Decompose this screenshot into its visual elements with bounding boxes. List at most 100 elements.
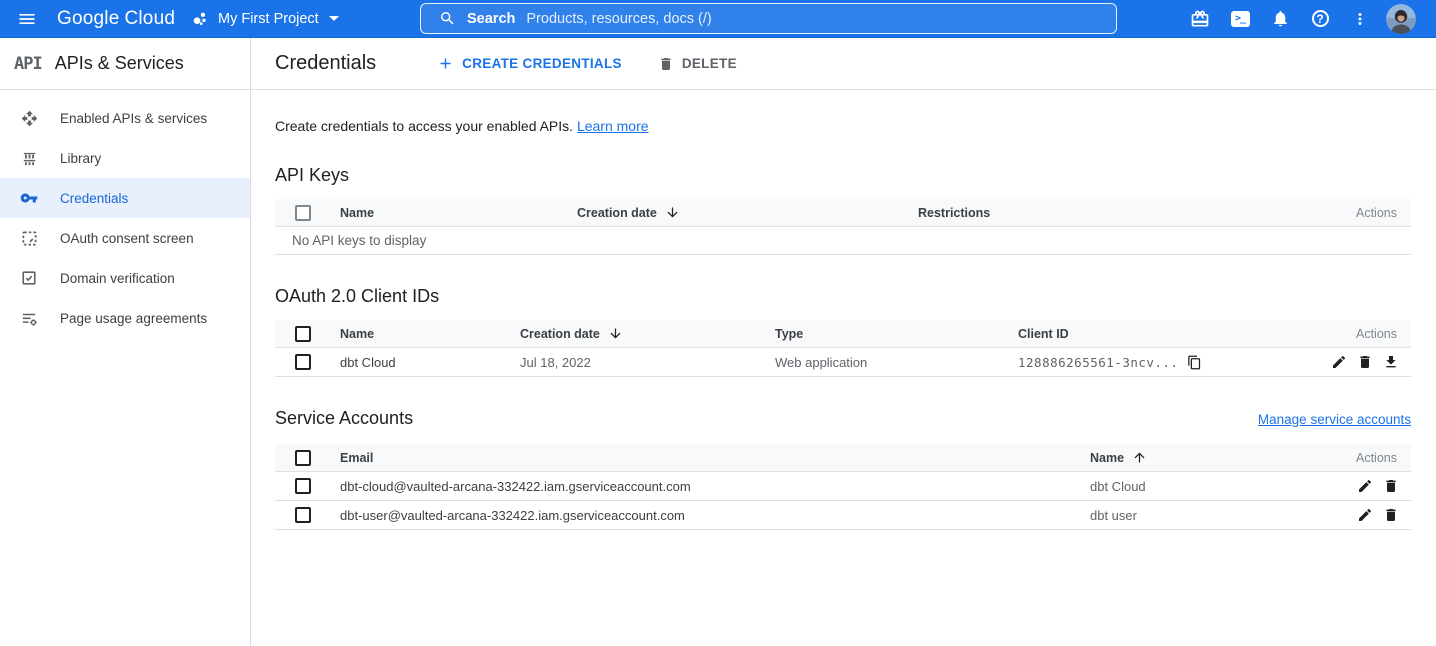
logo-google-text: Google bbox=[57, 8, 119, 30]
search-input[interactable]: Search Products, resources, docs (/) bbox=[420, 3, 1117, 34]
search-placeholder: Products, resources, docs (/) bbox=[526, 11, 711, 27]
row-actions bbox=[1321, 478, 1411, 494]
top-bar: Google Cloud My First Project Search Pro… bbox=[0, 0, 1436, 38]
select-all-checkbox[interactable] bbox=[295, 326, 311, 342]
row-checkbox[interactable] bbox=[295, 507, 311, 523]
select-all-checkbox[interactable] bbox=[295, 205, 311, 221]
column-header-client-id[interactable]: Client ID bbox=[1018, 327, 1321, 341]
service-account-email: dbt-user@vaulted-arcana-332422.iam.gserv… bbox=[340, 508, 1090, 523]
main-panel: Credentials CREATE CREDENTIALS DELETE Cr… bbox=[251, 38, 1436, 646]
sidebar-title: APIs & Services bbox=[55, 53, 184, 74]
topbar-actions: >_ ? bbox=[1186, 0, 1416, 37]
project-name: My First Project bbox=[218, 11, 319, 27]
sidebar-item-enabled-apis[interactable]: Enabled APIs & services bbox=[0, 98, 250, 138]
gift-icon[interactable] bbox=[1186, 5, 1214, 33]
row-actions bbox=[1321, 507, 1411, 523]
trash-icon bbox=[658, 56, 674, 72]
api-keys-table: Name Creation date Restrictions Actions … bbox=[275, 199, 1411, 255]
select-all-checkbox[interactable] bbox=[295, 450, 311, 466]
edit-icon[interactable] bbox=[1331, 354, 1347, 370]
column-header-creation-date[interactable]: Creation date bbox=[577, 205, 918, 220]
sort-asc-icon bbox=[1132, 450, 1147, 465]
table-row: dbt-cloud@vaulted-arcana-332422.iam.gser… bbox=[275, 472, 1411, 501]
sidebar-item-label: Domain verification bbox=[60, 271, 175, 286]
edit-icon[interactable] bbox=[1357, 478, 1373, 494]
delete-icon[interactable] bbox=[1383, 478, 1399, 494]
delete-button[interactable]: DELETE bbox=[658, 56, 737, 72]
download-icon[interactable] bbox=[1383, 354, 1399, 370]
service-account-email: dbt-cloud@vaulted-arcana-332422.iam.gser… bbox=[340, 479, 1090, 494]
oauth-client-type: Web application bbox=[775, 355, 1018, 370]
sidebar-nav: Enabled APIs & services Library Credenti… bbox=[0, 90, 250, 338]
column-header-name[interactable]: Name bbox=[1090, 450, 1321, 465]
oauth-clients-heading: OAuth 2.0 Client IDs bbox=[275, 286, 1411, 307]
chevron-down-icon bbox=[329, 16, 339, 21]
service-accounts-heading: Service Accounts bbox=[275, 408, 413, 429]
sidebar-item-credentials[interactable]: Credentials bbox=[0, 178, 250, 218]
plus-icon bbox=[437, 55, 454, 72]
column-header-restrictions[interactable]: Restrictions bbox=[918, 206, 1321, 220]
avatar[interactable] bbox=[1386, 4, 1416, 34]
sidebar-item-library[interactable]: Library bbox=[0, 138, 250, 178]
list-gear-icon bbox=[20, 309, 38, 327]
sort-desc-icon bbox=[665, 205, 680, 220]
oauth-client-id: 128886265561-3ncv... bbox=[1018, 355, 1202, 370]
more-options-icon[interactable] bbox=[1346, 5, 1374, 33]
edit-icon[interactable] bbox=[1357, 507, 1373, 523]
column-header-actions: Actions bbox=[1321, 451, 1411, 465]
delete-icon[interactable] bbox=[1357, 354, 1373, 370]
oauth-client-creation-date: Jul 18, 2022 bbox=[520, 355, 775, 370]
column-header-actions: Actions bbox=[1321, 327, 1411, 341]
column-header-name[interactable]: Name bbox=[340, 327, 520, 341]
row-checkbox[interactable] bbox=[295, 478, 311, 494]
sidebar-item-label: Page usage agreements bbox=[60, 311, 207, 326]
help-icon[interactable]: ? bbox=[1306, 5, 1334, 33]
column-header-email[interactable]: Email bbox=[340, 451, 1090, 465]
column-header-type[interactable]: Type bbox=[775, 327, 1018, 341]
sidebar-item-label: Enabled APIs & services bbox=[60, 111, 207, 126]
table-row: dbt-user@vaulted-arcana-332422.iam.gserv… bbox=[275, 501, 1411, 530]
api-keys-empty-message: No API keys to display bbox=[275, 227, 1411, 255]
column-header-name[interactable]: Name bbox=[340, 206, 577, 220]
project-selector[interactable]: My First Project bbox=[190, 0, 339, 37]
service-account-name: dbt user bbox=[1090, 508, 1321, 523]
sidebar-item-label: OAuth consent screen bbox=[60, 231, 194, 246]
table-row: dbt Cloud Jul 18, 2022 Web application 1… bbox=[275, 348, 1411, 377]
manage-service-accounts-link[interactable]: Manage service accounts bbox=[1258, 412, 1411, 427]
logo-cloud-text: Cloud bbox=[124, 8, 175, 30]
search-label: Search bbox=[467, 11, 515, 27]
enabled-apis-icon bbox=[20, 109, 38, 127]
library-icon bbox=[20, 149, 38, 167]
page-header: Credentials CREATE CREDENTIALS DELETE bbox=[251, 38, 1436, 90]
notifications-bell-icon[interactable] bbox=[1266, 5, 1294, 33]
google-cloud-logo[interactable]: Google Cloud bbox=[57, 0, 175, 37]
sidebar-header: API APIs & Services bbox=[0, 38, 250, 90]
service-accounts-table-header: Email Name Actions bbox=[275, 444, 1411, 472]
oauth-clients-table: Name Creation date Type Client ID Action… bbox=[275, 320, 1411, 377]
create-credentials-button[interactable]: CREATE CREDENTIALS bbox=[437, 55, 622, 72]
cloud-shell-icon[interactable]: >_ bbox=[1226, 5, 1254, 33]
delete-icon[interactable] bbox=[1383, 507, 1399, 523]
checkbox-check-icon bbox=[20, 269, 38, 287]
page-title: Credentials bbox=[275, 52, 376, 75]
row-checkbox[interactable] bbox=[295, 354, 311, 370]
column-header-creation-date[interactable]: Creation date bbox=[520, 326, 775, 341]
oauth-consent-icon bbox=[20, 229, 38, 247]
sidebar: API APIs & Services Enabled APIs & servi… bbox=[0, 38, 251, 646]
menu-icon[interactable] bbox=[16, 8, 38, 30]
sidebar-item-domain-verification[interactable]: Domain verification bbox=[0, 258, 250, 298]
service-account-name: dbt Cloud bbox=[1090, 479, 1321, 494]
learn-more-link[interactable]: Learn more bbox=[577, 118, 649, 134]
row-actions bbox=[1321, 354, 1411, 370]
sidebar-item-page-usage[interactable]: Page usage agreements bbox=[0, 298, 250, 338]
api-keys-heading: API Keys bbox=[275, 165, 1411, 186]
oauth-client-name: dbt Cloud bbox=[340, 355, 520, 370]
sidebar-item-label: Library bbox=[60, 151, 101, 166]
copy-icon[interactable] bbox=[1187, 355, 1202, 370]
sidebar-item-label: Credentials bbox=[60, 191, 128, 206]
oauth-table-header: Name Creation date Type Client ID Action… bbox=[275, 320, 1411, 348]
key-icon bbox=[20, 189, 38, 207]
api-keys-table-header: Name Creation date Restrictions Actions bbox=[275, 199, 1411, 227]
sort-desc-icon bbox=[608, 326, 623, 341]
sidebar-item-oauth-consent[interactable]: OAuth consent screen bbox=[0, 218, 250, 258]
